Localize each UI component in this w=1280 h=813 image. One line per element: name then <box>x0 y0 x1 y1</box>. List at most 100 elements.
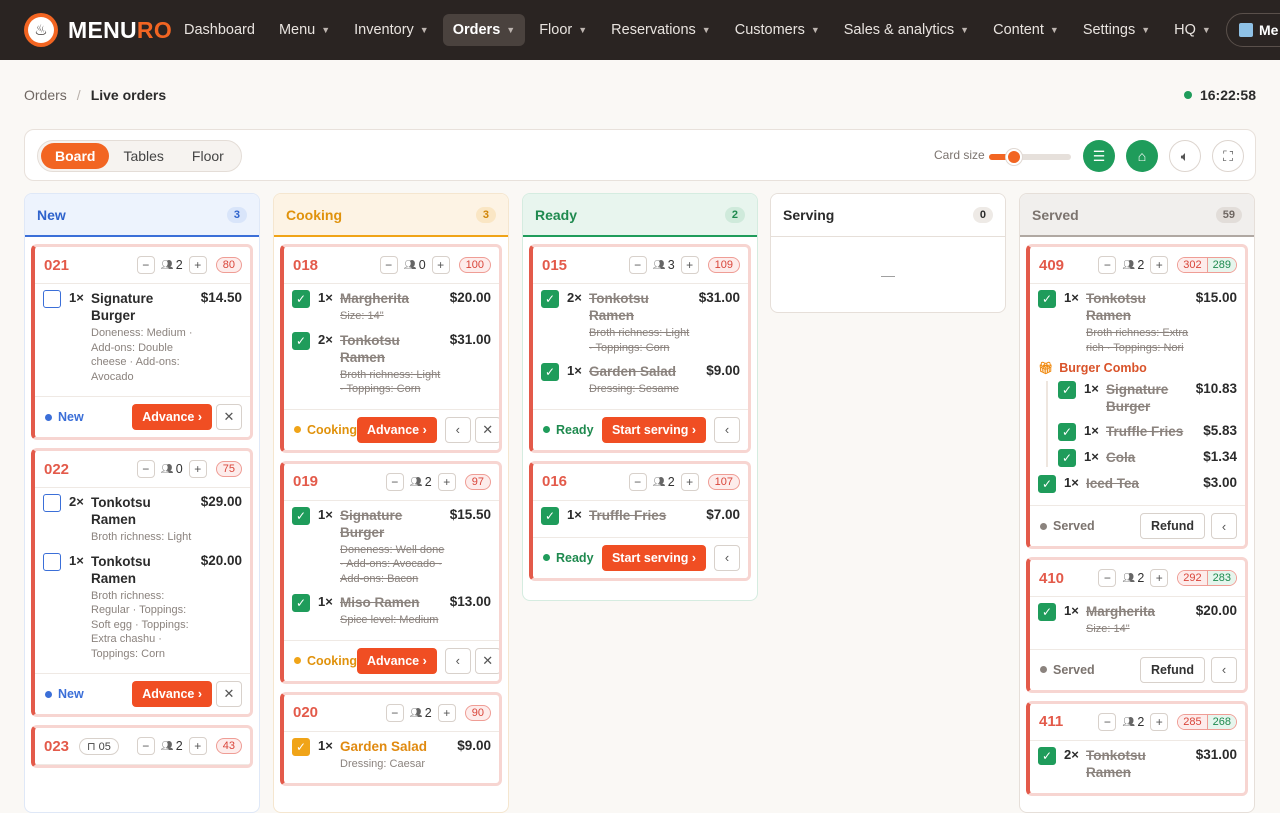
order-card[interactable]: 021 − 👥︎ 2 + 80 1× Signature Burger Donene… <box>31 244 253 440</box>
move-back-button[interactable]: ‹ <box>1211 656 1237 683</box>
nav-reservations[interactable]: Reservations ▼ <box>601 14 721 46</box>
increment-button[interactable]: + <box>437 703 456 722</box>
order-card[interactable]: 019 − 👥︎ 2 + 97 ✓ 1× Signature Burger Done… <box>280 460 502 684</box>
increment-button[interactable]: + <box>188 737 207 755</box>
move-back-button[interactable]: ‹ <box>714 416 740 443</box>
nav-sales-analytics[interactable]: Sales & analytics ▼ <box>834 14 979 46</box>
nav-dashboard[interactable]: Dashboard <box>174 14 265 46</box>
increment-button[interactable]: + <box>188 460 207 478</box>
decrement-button[interactable]: − <box>628 472 647 491</box>
cancel-order-button[interactable]: ✕ <box>216 404 242 430</box>
order-card[interactable]: 015 − 👥︎ 3 + 109 ✓ 2× Tonkotsu Ramen Broth… <box>529 244 751 453</box>
move-back-button[interactable]: ‹ <box>1211 513 1237 539</box>
decrement-button[interactable]: − <box>385 703 404 722</box>
increment-button[interactable]: + <box>431 256 450 274</box>
order-number: 021 <box>44 256 70 274</box>
decrement-button[interactable]: − <box>385 472 404 491</box>
sound-toggle-button[interactable]: 🔈︎ <box>1169 140 1201 172</box>
combo-items: ✓ 1× Signature Burger $10.83 ✓ 1× Truffl… <box>1046 381 1237 467</box>
item-name: Tonkotsu Ramen <box>1086 747 1146 780</box>
order-card[interactable]: 018 − 👥︎ 0 + 100 ✓ 1× Margherita Size: 14"… <box>280 244 502 453</box>
item-checkbox[interactable] <box>43 552 61 571</box>
list-view-button[interactable]: ☰ <box>1083 140 1115 172</box>
item-checkbox-checked[interactable]: ✓ <box>541 506 559 525</box>
card-size-slider-knob[interactable] <box>1005 149 1022 165</box>
move-back-button[interactable]: ‹ <box>444 416 471 443</box>
view-floor-tab[interactable]: Floor <box>178 143 238 169</box>
item-checkbox-checked[interactable]: ✓ <box>1058 449 1076 467</box>
increment-button[interactable]: + <box>437 472 456 491</box>
decrement-button[interactable]: − <box>136 256 155 274</box>
item-price: $1.34 <box>1203 449 1237 464</box>
brand-logo[interactable]: ♨ MENURO <box>24 13 174 47</box>
decrement-button[interactable]: − <box>628 256 647 274</box>
nav-menu[interactable]: Menu ▼ <box>269 14 340 46</box>
order-card[interactable]: 409 − 👥︎ 2 + 302 289 ✓ 1× Tonkotsu Ramen Br… <box>1026 244 1248 549</box>
decrement-button[interactable]: − <box>136 737 155 755</box>
decrement-button[interactable]: − <box>136 460 155 478</box>
increment-button[interactable]: + <box>1150 256 1169 274</box>
item-checkbox-checked[interactable]: ✓ <box>292 594 310 612</box>
nav-inventory[interactable]: Inventory ▼ <box>344 14 439 46</box>
order-card[interactable]: 411 − 👥︎ 2 + 285 268 ✓ 2× Tonkotsu Ramen $… <box>1026 700 1248 796</box>
table-chip[interactable]: ⊓ 05 <box>79 737 119 755</box>
item-checkbox[interactable] <box>43 494 61 512</box>
advance-button[interactable]: Advance › <box>357 647 437 674</box>
decrement-button[interactable]: − <box>1098 256 1117 274</box>
advance-button[interactable]: Advance › <box>357 416 437 443</box>
item-checkbox-checked[interactable]: ✓ <box>1038 475 1056 493</box>
nav-hq[interactable]: HQ ▼ <box>1164 14 1221 46</box>
item-checkbox-checked[interactable]: ✓ <box>1058 381 1076 399</box>
tag-filter-button[interactable]: ⌂ <box>1126 140 1158 172</box>
cancel-order-button[interactable]: ✕ <box>474 647 499 674</box>
advance-button[interactable]: Advance › <box>132 681 212 707</box>
start-serving-button[interactable]: Start serving › <box>601 544 706 571</box>
view-tables-tab[interactable]: Tables <box>109 143 177 169</box>
item-checkbox-checked[interactable]: ✓ <box>541 363 559 381</box>
item-checkbox-checked[interactable]: ✓ <box>1058 423 1076 441</box>
nav-content[interactable]: Content ▼ <box>983 14 1069 46</box>
view-board-tab[interactable]: Board <box>41 143 110 169</box>
advance-button[interactable]: Advance › <box>132 404 212 430</box>
order-card[interactable]: 023 ⊓ 05 − 👥︎ 2 + 43 <box>31 725 253 768</box>
increment-button[interactable]: + <box>1150 569 1169 587</box>
order-number: 019 <box>293 473 319 490</box>
move-back-button[interactable]: ‹ <box>444 647 471 674</box>
item-checkbox-checked[interactable]: ✓ <box>292 331 310 350</box>
item-checkbox[interactable] <box>43 290 61 308</box>
item-checkbox-checked[interactable]: ✓ <box>1038 603 1056 621</box>
increment-button[interactable]: + <box>680 256 699 274</box>
refund-button[interactable]: Refund <box>1139 656 1205 683</box>
increment-button[interactable]: + <box>188 256 207 274</box>
fullscreen-button[interactable]: ⛶ <box>1212 140 1244 172</box>
nav-customers[interactable]: Customers ▼ <box>725 14 830 46</box>
cancel-order-button[interactable]: ✕ <box>216 681 242 707</box>
card-size-slider[interactable] <box>989 149 1071 165</box>
nav-floor[interactable]: Floor ▼ <box>529 14 597 46</box>
order-card[interactable]: 016 − 👥︎ 2 + 107 ✓ 1× Truffle Fries $7.00 <box>529 460 751 581</box>
item-checkbox-in-progress[interactable]: ✓ <box>292 737 310 756</box>
item-checkbox-checked[interactable]: ✓ <box>292 506 310 525</box>
move-back-button[interactable]: ‹ <box>714 544 740 571</box>
start-serving-button[interactable]: Start serving › <box>601 416 706 443</box>
item-checkbox-checked[interactable]: ✓ <box>1038 746 1056 765</box>
increment-button[interactable]: + <box>680 472 699 491</box>
breadcrumb-orders-link[interactable]: Orders <box>24 87 67 103</box>
decrement-button[interactable]: − <box>1098 569 1117 587</box>
nav-orders[interactable]: Orders ▼ <box>442 14 526 46</box>
item-checkbox-checked[interactable]: ✓ <box>541 290 559 308</box>
increment-button[interactable]: + <box>1150 712 1169 731</box>
order-card[interactable]: 020 − 👥︎ 2 + 90 ✓ 1× Garden Salad Dressing… <box>280 691 502 786</box>
item-checkbox-checked[interactable]: ✓ <box>1038 290 1056 308</box>
nav-settings[interactable]: Settings ▼ <box>1073 14 1160 46</box>
cancel-order-button[interactable]: ✕ <box>474 416 499 443</box>
decrement-button[interactable]: − <box>379 256 398 274</box>
decrement-button[interactable]: − <box>1098 712 1117 731</box>
venue-switcher[interactable]: Me <box>1226 13 1280 47</box>
order-item: ✓ 1× Iced Tea $3.00 <box>1038 475 1237 493</box>
order-card[interactable]: 022 − 👥︎ 0 + 75 2× Tonkotsu Ramen Broth ri… <box>31 448 253 717</box>
order-card[interactable]: 410 − 👥︎ 2 + 292 283 ✓ 1× Margherita Size: … <box>1026 557 1248 693</box>
item-checkbox-checked[interactable]: ✓ <box>292 290 310 308</box>
guests-icon: 👥︎ <box>160 741 174 752</box>
refund-button[interactable]: Refund <box>1139 513 1205 539</box>
